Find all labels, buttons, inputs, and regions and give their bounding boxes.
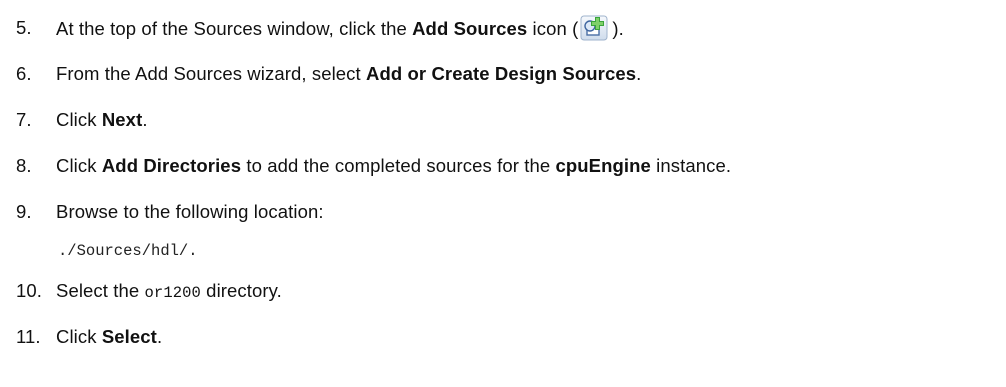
step-text: From the Add Sources wizard, select Add … <box>56 63 641 85</box>
step-text-part: Click <box>56 326 102 347</box>
step-number: 6. <box>16 63 32 84</box>
step-number: 9. <box>16 201 32 222</box>
code-term: or1200 <box>144 284 201 302</box>
instruction-steps: 5. At the top of the Sources window, cli… <box>0 0 1006 387</box>
step-text-part: instance. <box>650 155 732 176</box>
add-sources-icon <box>580 14 610 42</box>
step-text-part: . <box>156 326 163 347</box>
step-text: Select the or1200 directory. <box>56 280 282 302</box>
step-text-part: Select the <box>56 280 145 301</box>
step-number: 5. <box>16 17 32 38</box>
step-text-part: Browse to the following location: <box>56 201 324 222</box>
ui-term: Add Directories <box>101 155 242 176</box>
ui-term: Add Sources <box>412 18 528 39</box>
step-text: Browse to the following location: <box>56 201 324 223</box>
ui-term: Add or Create Design Sources <box>366 63 637 84</box>
step-text-part: ). <box>612 18 624 39</box>
step-text: Click Next. <box>56 109 148 131</box>
ui-term: Next <box>101 109 143 130</box>
step-text-part: . <box>142 109 148 130</box>
step-number: 7. <box>16 109 32 130</box>
step-text-part: icon ( <box>527 18 579 39</box>
step-text: At the top of the Sources window, click … <box>56 14 624 42</box>
step-text-part: directory. <box>200 280 282 301</box>
step-text: Click Select. <box>56 326 162 348</box>
step-number: 8. <box>16 155 32 176</box>
step-number: 10. <box>16 280 43 301</box>
step-number: 11. <box>16 326 41 347</box>
path-code: ./Sources/hdl/. <box>58 242 198 260</box>
ui-term: Select <box>101 326 157 347</box>
step-text-part: to add the completed sources for the <box>241 155 556 176</box>
step-text-part: At the top of the Sources window, click … <box>56 18 413 39</box>
step-text: Click Add Directories to add the complet… <box>56 155 731 177</box>
step-text-part: From the Add Sources wizard, select <box>56 63 367 84</box>
step-text-part: . <box>636 63 642 84</box>
step-text-part: Click <box>56 155 102 176</box>
step-text-part: Click <box>56 109 102 130</box>
ui-term: cpuEngine <box>555 155 651 176</box>
